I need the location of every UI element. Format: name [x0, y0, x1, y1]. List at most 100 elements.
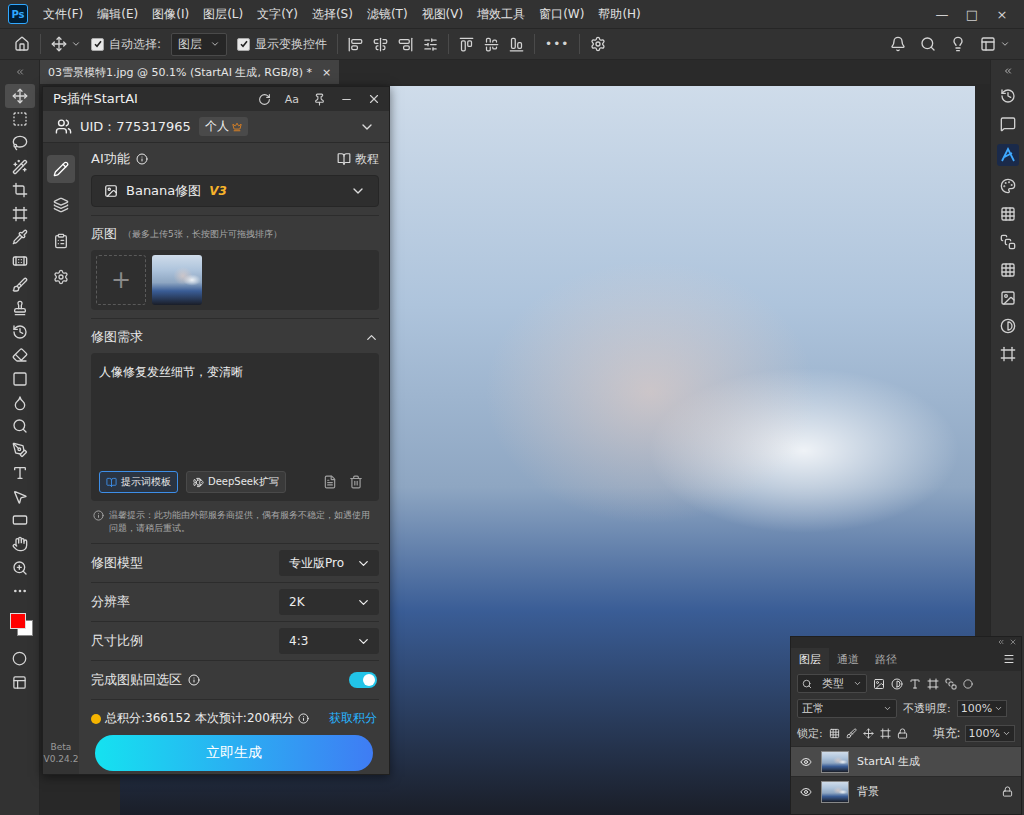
- panel-tab[interactable]: 通道: [829, 648, 867, 671]
- menu-item[interactable]: 图像(I): [145, 6, 196, 23]
- checkbox[interactable]: [237, 38, 250, 51]
- panel-menu-icon[interactable]: [1003, 653, 1015, 665]
- search-icon[interactable]: [920, 36, 936, 52]
- fill-field[interactable]: 100%: [965, 725, 1015, 742]
- setting-select[interactable]: 4:3: [279, 628, 379, 654]
- info-icon[interactable]: [298, 713, 309, 724]
- tool-button[interactable]: [5, 414, 35, 438]
- history-icon[interactable]: [1000, 88, 1016, 104]
- patterns-icon[interactable]: [1000, 262, 1016, 278]
- menu-item[interactable]: 视图(V): [415, 6, 471, 23]
- align-right-icon[interactable]: [398, 37, 413, 52]
- close-icon[interactable]: [367, 92, 381, 106]
- smart-filter-icon[interactable]: [945, 678, 957, 690]
- tool-button[interactable]: [5, 226, 35, 250]
- home-icon[interactable]: [14, 36, 30, 52]
- filter-select[interactable]: 类型: [797, 674, 867, 693]
- add-image-button[interactable]: +: [96, 255, 146, 305]
- close-icon[interactable]: [1009, 638, 1017, 646]
- type-filter-icon[interactable]: [909, 678, 921, 690]
- tool-button[interactable]: [5, 84, 35, 108]
- lock-all-icon[interactable]: [897, 728, 908, 739]
- tool-button[interactable]: [5, 202, 35, 226]
- tool-button[interactable]: [5, 155, 35, 179]
- tool-button[interactable]: [5, 509, 35, 533]
- info-icon[interactable]: [188, 674, 200, 686]
- checkbox[interactable]: [91, 38, 104, 51]
- deepseek-button[interactable]: DeepSeek扩写: [186, 471, 286, 493]
- tutorial-link[interactable]: 教程: [337, 151, 379, 168]
- quick-mask-button[interactable]: [5, 647, 35, 671]
- libraries-icon[interactable]: [1000, 234, 1016, 250]
- minimize-icon[interactable]: [340, 93, 353, 106]
- window-button[interactable]: □: [964, 7, 980, 22]
- toggle-switch[interactable]: [349, 672, 377, 688]
- template-button[interactable]: 提示词模板: [99, 471, 178, 493]
- menu-item[interactable]: 增效工具: [470, 6, 532, 23]
- screen-mode-button[interactable]: [5, 671, 35, 695]
- distribute-icon[interactable]: [423, 37, 438, 52]
- prompt-textarea[interactable]: 人像修复发丝细节，变清晰提示词模板DeepSeek扩写: [91, 353, 379, 501]
- visibility-toggle[interactable]: [799, 786, 813, 798]
- collapse-icon[interactable]: [997, 638, 1005, 646]
- tool-button[interactable]: [5, 108, 35, 132]
- move-icon[interactable]: [51, 36, 67, 52]
- menu-item[interactable]: 窗口(W): [532, 6, 591, 23]
- window-button[interactable]: ×: [994, 7, 1010, 22]
- tool-button[interactable]: [5, 249, 35, 273]
- sidebar-item[interactable]: [47, 191, 75, 219]
- panel-tab[interactable]: 图层: [791, 648, 829, 671]
- frame-icon[interactable]: [1000, 346, 1016, 362]
- pin-icon[interactable]: [313, 93, 326, 106]
- startai-logo-icon[interactable]: [997, 144, 1019, 166]
- visibility-toggle[interactable]: [799, 756, 813, 768]
- sidebar-item[interactable]: [47, 227, 75, 255]
- show-transform-checkbox[interactable]: 显示变换控件: [237, 36, 327, 53]
- palette-icon[interactable]: [1000, 178, 1016, 194]
- blend-select[interactable]: 正常: [797, 699, 897, 718]
- properties-icon[interactable]: [1000, 290, 1016, 306]
- menu-item[interactable]: 选择(S): [305, 6, 360, 23]
- sidebar-item[interactable]: [47, 155, 75, 183]
- lock-position-icon[interactable]: [863, 728, 874, 739]
- tool-button[interactable]: [5, 367, 35, 391]
- align-top-icon[interactable]: [459, 37, 474, 52]
- tool-button[interactable]: [5, 462, 35, 486]
- comment-icon[interactable]: [1000, 116, 1016, 132]
- swatches-icon[interactable]: [1000, 206, 1016, 222]
- history-file-icon[interactable]: [323, 475, 337, 489]
- sidebar-item[interactable]: [47, 263, 75, 291]
- more-button[interactable]: •••: [545, 37, 569, 51]
- align-left-icon[interactable]: [348, 37, 363, 52]
- align-center-icon[interactable]: [373, 37, 388, 52]
- color-swatches[interactable]: [6, 609, 34, 639]
- image-thumbnail[interactable]: [152, 255, 202, 305]
- align-bottom-icon[interactable]: [509, 37, 524, 52]
- chevron-down-icon[interactable]: [71, 39, 81, 49]
- tool-button[interactable]: [5, 296, 35, 320]
- expand-icon[interactable]: [1003, 66, 1013, 76]
- lock-transparency-icon[interactable]: [829, 728, 840, 739]
- tab-close[interactable]: ×: [322, 66, 331, 79]
- workspace-button[interactable]: [980, 36, 1010, 52]
- tool-button[interactable]: [5, 178, 35, 202]
- tool-button[interactable]: [5, 131, 35, 155]
- adjustments-icon[interactable]: [1000, 318, 1016, 334]
- lock-artboard-icon[interactable]: [880, 728, 891, 739]
- document-tab[interactable]: 03雪景模特1.jpg @ 50.1% (StartAI 生成, RGB/8) …: [40, 60, 339, 84]
- tool-button[interactable]: [5, 391, 35, 415]
- setting-select[interactable]: 专业版Pro: [279, 550, 379, 576]
- tool-button[interactable]: [5, 485, 35, 509]
- auto-select-checkbox[interactable]: 自动选择:: [91, 36, 161, 53]
- layer-row[interactable]: 背景: [791, 776, 1021, 806]
- shape-filter-icon[interactable]: [927, 678, 939, 690]
- tool-button[interactable]: [5, 556, 35, 580]
- align-middle-icon[interactable]: [484, 37, 499, 52]
- account-toggle[interactable]: [359, 119, 375, 135]
- filter-toggle-icon[interactable]: [963, 679, 973, 689]
- tool-button[interactable]: [5, 579, 35, 603]
- adjustment-filter-icon[interactable]: [891, 678, 903, 690]
- menu-item[interactable]: 编辑(E): [90, 6, 145, 23]
- tool-button[interactable]: [5, 320, 35, 344]
- panel-tab[interactable]: 路径: [867, 648, 905, 671]
